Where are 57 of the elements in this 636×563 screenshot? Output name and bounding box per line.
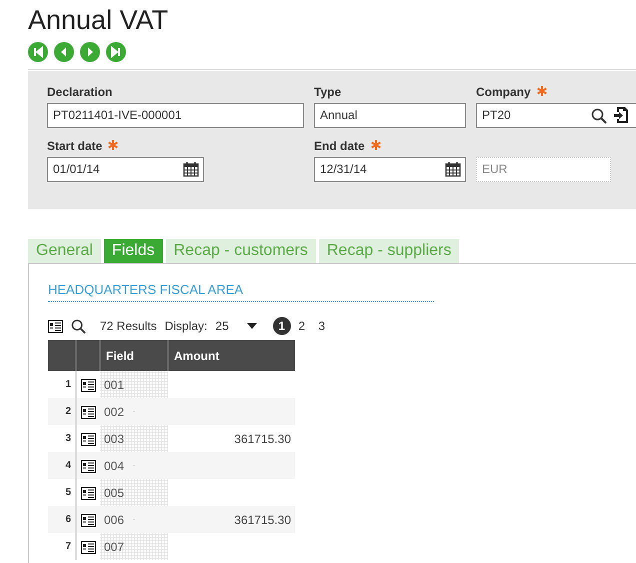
column-header[interactable]: Amount [168, 340, 295, 372]
column-header [76, 340, 100, 372]
next-button[interactable] [80, 42, 100, 62]
input-field[interactable]: EUR [476, 156, 611, 182]
required-icon [108, 140, 118, 150]
table-cell: 001 [100, 371, 168, 398]
row-detail-icon[interactable] [81, 514, 96, 528]
required-icon [370, 140, 381, 150]
table-cell: 361715.30 [168, 425, 295, 452]
row-detail-icon[interactable] [81, 406, 96, 420]
page-link[interactable]: 2 [292, 317, 311, 336]
row-detail-icon[interactable] [81, 433, 96, 446]
search-icon[interactable] [591, 108, 607, 124]
list-icon[interactable] [48, 320, 63, 333]
input-field[interactable]: PT20 [476, 102, 636, 128]
row-detail-icon[interactable] [81, 541, 96, 554]
table-cell: 006 [100, 506, 168, 534]
table-cell: 004 [100, 452, 168, 480]
page-link[interactable]: 1 [272, 317, 291, 336]
caret-icon[interactable] [246, 323, 257, 330]
first-button[interactable] [28, 42, 48, 62]
display-label: Display: [164, 318, 208, 336]
field-label: Type [314, 84, 342, 99]
row-detail-icon[interactable] [81, 487, 96, 500]
row-detail-icon[interactable] [81, 379, 96, 392]
row-number: 7 [48, 533, 76, 560]
row-detail-icon[interactable] [81, 460, 96, 474]
table-cell: 005 [100, 479, 168, 506]
column-header[interactable]: Field [100, 340, 168, 372]
page-link[interactable]: 3 [312, 317, 331, 336]
table-cell: 003 [100, 425, 168, 452]
input-field[interactable]: Annual [314, 102, 466, 128]
table-cell: 007 [100, 533, 168, 560]
section-title: HEADQUARTERS FISCAL AREA [48, 280, 434, 302]
last-button[interactable] [106, 42, 126, 62]
row-number: 4 [48, 452, 76, 480]
required-icon [536, 86, 547, 96]
field-label: Declaration [47, 84, 112, 99]
input-field[interactable]: 01/01/14 [47, 156, 204, 182]
input-field[interactable]: 12/31/14 [314, 156, 466, 182]
results-count: 72 Results [100, 318, 157, 336]
column-header [48, 340, 76, 372]
display-select[interactable]: 25 [215, 317, 257, 336]
table-cell: 361715.30 [168, 506, 295, 534]
page-title: Annual VAT [28, 6, 170, 36]
field-label: End date [314, 138, 365, 153]
input-field[interactable]: PT0211401-IVE-000001 [47, 102, 304, 128]
row-number: 2 [48, 398, 76, 426]
calendar-icon[interactable] [183, 162, 199, 177]
calendar-icon[interactable] [445, 162, 461, 177]
table-cell: 002 [100, 398, 168, 426]
field-label: Company [476, 84, 531, 99]
field-label: Start date [47, 138, 102, 153]
search-icon[interactable] [71, 318, 86, 334]
row-number: 6 [48, 506, 76, 534]
previous-button[interactable] [54, 42, 74, 62]
import-icon[interactable] [614, 106, 628, 123]
